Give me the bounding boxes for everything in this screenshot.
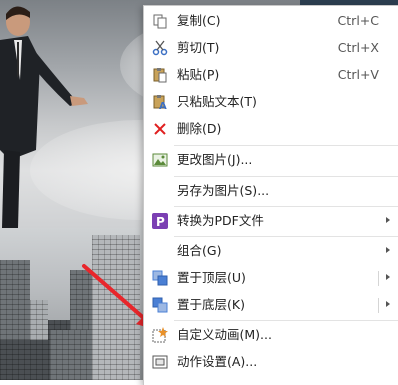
- menu-item-change-picture[interactable]: 更改图片(J)...: [144, 147, 398, 174]
- menu-item-label: 自定义动画(M)...: [177, 327, 272, 342]
- menu-item-convert-pdf[interactable]: P 转换为PDF文件: [144, 208, 398, 235]
- submenu-arrow-icon[interactable]: [386, 301, 390, 307]
- delete-x-icon: [152, 121, 168, 137]
- copy-icon: [152, 13, 168, 29]
- menu-item-label: 更改图片(J)...: [177, 152, 253, 167]
- menu-item-group[interactable]: 组合(G): [144, 238, 398, 265]
- menu-item-label: 删除(D): [177, 121, 222, 136]
- menu-item-label: 粘贴(P): [177, 67, 220, 82]
- menu-item-cut[interactable]: 剪切(T) Ctrl+X: [144, 35, 398, 62]
- send-to-back-icon: [152, 297, 168, 313]
- shortcut-label: Ctrl+C: [337, 13, 379, 28]
- paste-icon: [152, 67, 168, 83]
- menu-item-label: 动作设置(A)...: [177, 354, 258, 369]
- menu-separator: [174, 145, 398, 146]
- menu-item-label: 组合(G): [177, 243, 222, 258]
- submenu-arrow-icon: [386, 247, 390, 253]
- bring-to-front-icon: [152, 270, 168, 286]
- menu-item-label: 置于顶层(U): [177, 270, 246, 285]
- menu-item-paste[interactable]: 粘贴(P) Ctrl+V: [144, 62, 398, 89]
- businessman-figure: [0, 6, 88, 228]
- shortcut-label: Ctrl+V: [337, 67, 379, 82]
- menu-item-copy[interactable]: 复制(C) Ctrl+C: [144, 8, 398, 35]
- submenu-arrow-icon: [386, 217, 390, 223]
- scissors-icon: [152, 40, 168, 56]
- context-menu: 复制(C) Ctrl+C 剪切(T) Ctrl+X 粘贴(P) Ctrl+V A…: [143, 5, 398, 385]
- menu-item-bring-to-front[interactable]: 置于顶层(U): [144, 265, 398, 292]
- menu-separator: [174, 176, 398, 177]
- menu-item-save-as-picture[interactable]: 另存为图片(S)...: [144, 178, 398, 205]
- menu-item-send-to-back[interactable]: 置于底层(K): [144, 292, 398, 319]
- menu-item-action-settings[interactable]: 动作设置(A)...: [144, 349, 398, 376]
- change-picture-icon: [152, 152, 168, 168]
- action-settings-icon: [152, 354, 168, 370]
- pdf-icon: P: [152, 213, 168, 229]
- submenu-divider: [378, 298, 379, 313]
- menu-item-label: 另存为图片(S)...: [177, 183, 270, 198]
- menu-separator: [174, 206, 398, 207]
- menu-separator: [174, 320, 398, 321]
- svg-text:A: A: [159, 101, 167, 110]
- menu-separator: [174, 236, 398, 237]
- submenu-arrow-icon[interactable]: [386, 274, 390, 280]
- menu-item-label: 剪切(T): [177, 40, 220, 55]
- shortcut-label: Ctrl+X: [337, 40, 379, 55]
- menu-item-delete[interactable]: 删除(D): [144, 116, 398, 143]
- menu-item-label: 复制(C): [177, 13, 221, 28]
- paste-text-icon: A: [152, 94, 168, 110]
- svg-text:P: P: [156, 215, 165, 229]
- menu-item-label: 转换为PDF文件: [177, 213, 264, 228]
- menu-item-custom-animation[interactable]: 自定义动画(M)...: [144, 322, 398, 349]
- menu-item-label: 置于底层(K): [177, 297, 245, 312]
- menu-item-paste-text-only[interactable]: A 只粘贴文本(T): [144, 89, 398, 116]
- menu-item-label: 只粘贴文本(T): [177, 94, 257, 109]
- submenu-divider: [378, 271, 379, 286]
- custom-animation-icon: [152, 327, 168, 343]
